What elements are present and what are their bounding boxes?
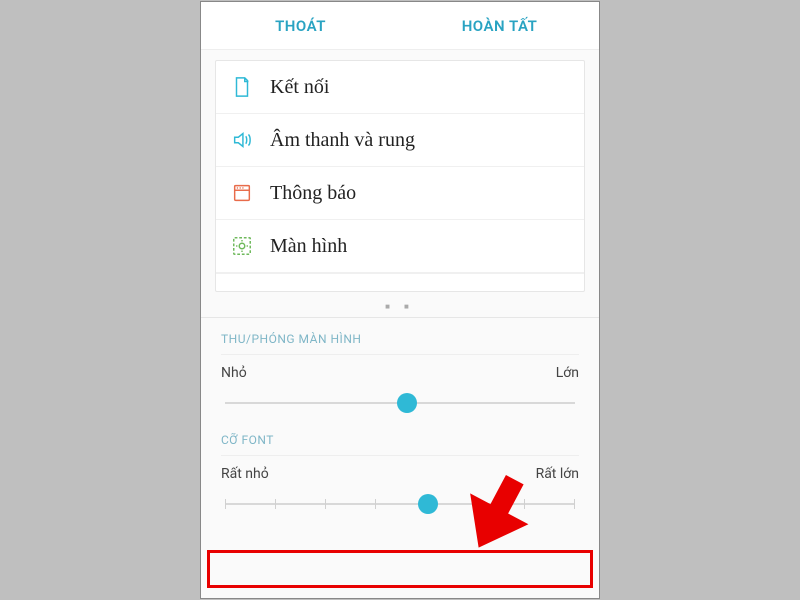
slider-tick xyxy=(225,499,226,509)
top-bar: THOÁT HOÀN TẤT xyxy=(201,2,599,50)
notify-icon xyxy=(230,181,254,205)
font-section: CỠ FONT Rất nhỏ Rất lớn xyxy=(201,429,599,530)
font-slider[interactable] xyxy=(225,492,575,516)
done-button[interactable]: HOÀN TẤT xyxy=(400,17,599,35)
phone-screen: THOÁT HOÀN TẤT Kết nối Âm thanh và rung xyxy=(201,2,599,598)
list-item[interactable]: Kết nối xyxy=(216,61,584,114)
slider-thumb[interactable] xyxy=(418,494,438,514)
page-icon xyxy=(230,75,254,99)
list-item-cutoff xyxy=(216,273,584,291)
slider-tick xyxy=(474,499,475,509)
list-item-label: Kết nối xyxy=(270,76,329,99)
slider-thumb[interactable] xyxy=(397,393,417,413)
zoom-section-title: THU/PHÓNG MÀN HÌNH xyxy=(221,332,579,355)
slider-tick xyxy=(325,499,326,509)
slider-ticks xyxy=(225,499,575,509)
list-item-label: Màn hình xyxy=(270,235,347,258)
font-range-labels: Rất nhỏ Rất lớn xyxy=(221,466,579,482)
slider-tick xyxy=(524,499,525,509)
zoom-max-label: Lớn xyxy=(556,365,579,381)
zoom-range-labels: Nhỏ Lớn xyxy=(221,365,579,381)
slider-tick xyxy=(275,499,276,509)
screenshot-frame: THOÁT HOÀN TẤT Kết nối Âm thanh và rung xyxy=(200,1,600,599)
preview-card: Kết nối Âm thanh và rung Thông báo Màn h… xyxy=(215,60,585,292)
list-item[interactable]: Thông báo xyxy=(216,167,584,220)
page-indicator: ■ ■ xyxy=(201,292,599,317)
display-icon xyxy=(230,234,254,258)
list-item[interactable]: Màn hình xyxy=(216,220,584,273)
speaker-icon xyxy=(230,128,254,152)
zoom-min-label: Nhỏ xyxy=(221,365,247,381)
list-item[interactable]: Âm thanh và rung xyxy=(216,114,584,167)
slider-tick xyxy=(574,499,575,509)
exit-button[interactable]: THOÁT xyxy=(201,17,400,35)
font-section-title: CỠ FONT xyxy=(221,433,579,456)
slider-tick xyxy=(375,499,376,509)
font-min-label: Rất nhỏ xyxy=(221,466,269,482)
font-max-label: Rất lớn xyxy=(536,466,579,482)
list-item-label: Thông báo xyxy=(270,182,356,205)
annotation-highlight xyxy=(207,550,593,588)
zoom-section: THU/PHÓNG MÀN HÌNH Nhỏ Lớn xyxy=(201,318,599,429)
list-item-label: Âm thanh và rung xyxy=(270,129,415,152)
zoom-slider[interactable] xyxy=(225,391,575,415)
